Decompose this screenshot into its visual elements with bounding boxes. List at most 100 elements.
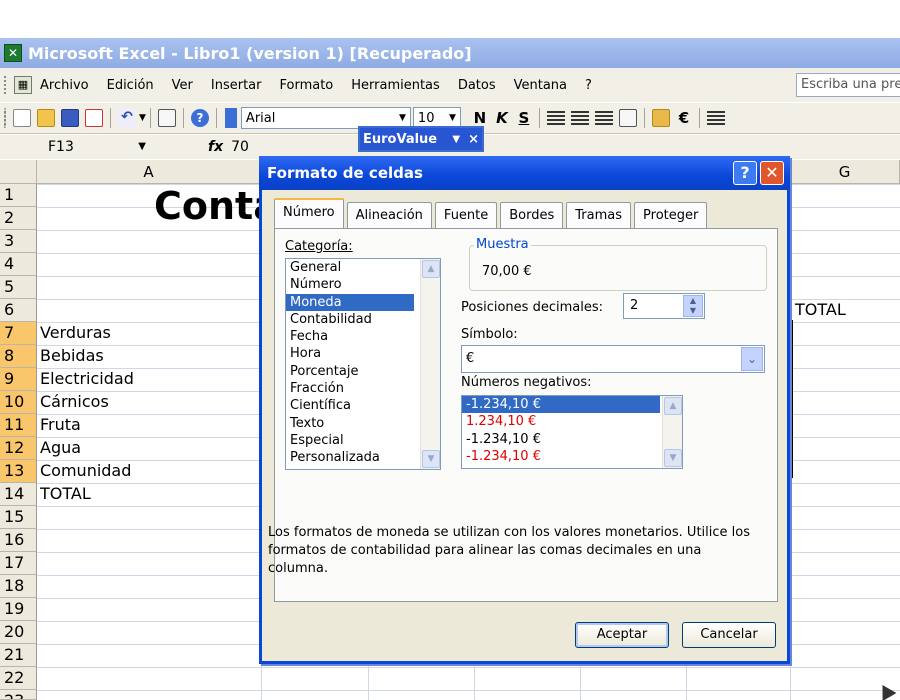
row-header[interactable]: 13 bbox=[0, 460, 37, 483]
menu-ver[interactable]: Ver bbox=[172, 78, 193, 93]
menu-edicion[interactable]: Edición bbox=[107, 78, 154, 93]
bold-button[interactable]: N bbox=[469, 109, 491, 127]
menu-ventana[interactable]: Ventana bbox=[514, 78, 567, 93]
help-icon[interactable]: ? bbox=[733, 161, 757, 185]
new-document-icon[interactable] bbox=[13, 109, 31, 127]
row-header[interactable]: 6 bbox=[0, 299, 37, 322]
cell-a10[interactable]: Cárnicos bbox=[37, 391, 109, 413]
menu-insertar[interactable]: Insertar bbox=[211, 78, 262, 93]
spinner-arrows-icon[interactable]: ▲ ▼ bbox=[683, 295, 703, 317]
list-item[interactable]: 1.234,10 € bbox=[462, 413, 682, 430]
list-item[interactable]: Especial bbox=[286, 432, 440, 449]
row-header[interactable]: 7 bbox=[0, 322, 37, 345]
scroll-down-icon[interactable]: ▼ bbox=[422, 450, 440, 468]
category-list[interactable]: General Número Moneda Contabilidad Fecha… bbox=[285, 258, 441, 470]
list-item[interactable]: Hora bbox=[286, 345, 440, 362]
help-question-input[interactable]: Escriba una pregunta bbox=[796, 73, 900, 97]
row-header[interactable]: 2 bbox=[0, 207, 37, 230]
tab-alineacion[interactable]: Alineación bbox=[346, 202, 432, 228]
menu-formato[interactable]: Formato bbox=[279, 78, 333, 93]
row-header[interactable]: 20 bbox=[0, 621, 37, 644]
row-header[interactable]: 17 bbox=[0, 552, 37, 575]
close-icon[interactable]: ✕ bbox=[760, 161, 784, 185]
cell-a14[interactable]: TOTAL bbox=[37, 483, 91, 505]
menu-grip-handle[interactable] bbox=[4, 76, 12, 94]
underline-button[interactable]: S bbox=[513, 109, 535, 127]
column-header-a[interactable]: A bbox=[37, 160, 261, 184]
row-header[interactable]: 9 bbox=[0, 368, 37, 391]
menu-herramientas[interactable]: Herramientas bbox=[351, 78, 440, 93]
list-item[interactable]: Fracción bbox=[286, 380, 440, 397]
list-item[interactable]: Moneda bbox=[286, 293, 414, 311]
cell-a7[interactable]: Verduras bbox=[37, 322, 111, 344]
scroll-down-icon[interactable]: ▼ bbox=[664, 449, 682, 467]
function-icon[interactable]: fx bbox=[208, 139, 223, 155]
merge-center-icon[interactable] bbox=[618, 109, 637, 127]
list-item[interactable]: Número bbox=[286, 276, 440, 293]
chevron-down-icon[interactable]: ⌄ bbox=[741, 347, 763, 371]
ok-button[interactable]: Aceptar bbox=[575, 622, 669, 648]
row-header[interactable]: 4 bbox=[0, 253, 37, 276]
close-icon[interactable]: × bbox=[468, 132, 479, 147]
currency-style-icon[interactable] bbox=[651, 109, 670, 127]
row-header[interactable]: 22 bbox=[0, 667, 37, 690]
save-icon[interactable] bbox=[61, 109, 79, 127]
align-right-icon[interactable] bbox=[594, 111, 613, 125]
list-item[interactable]: Contabilidad bbox=[286, 311, 440, 328]
euro-button[interactable]: € bbox=[673, 109, 695, 127]
eurovalue-toolbar[interactable]: EuroValue ▼ × bbox=[358, 126, 484, 152]
row-header[interactable]: 8 bbox=[0, 345, 37, 368]
cell-a9[interactable]: Electricidad bbox=[37, 368, 134, 390]
list-item[interactable]: Científica bbox=[286, 397, 440, 414]
list-item[interactable]: Porcentaje bbox=[286, 363, 440, 380]
list-item[interactable]: General bbox=[286, 259, 440, 276]
cell-a8[interactable]: Bebidas bbox=[37, 345, 104, 367]
list-item[interactable]: -1.234,10 € bbox=[462, 431, 682, 448]
negatives-scrollbar[interactable]: ▲ ▼ bbox=[662, 396, 682, 468]
list-item[interactable]: Personalizada bbox=[286, 449, 440, 466]
list-item[interactable]: Fecha bbox=[286, 328, 440, 345]
name-box[interactable]: F13 ▼ bbox=[0, 136, 150, 158]
chevron-down-icon[interactable]: ▼ bbox=[452, 134, 460, 145]
cell-a13[interactable]: Comunidad bbox=[37, 460, 131, 482]
cell-g6[interactable]: TOTAL bbox=[792, 299, 846, 321]
research-icon[interactable] bbox=[157, 109, 176, 127]
row-header[interactable]: 11 bbox=[0, 414, 37, 437]
open-folder-icon[interactable] bbox=[37, 109, 55, 127]
chevron-down-icon[interactable]: ▼ bbox=[445, 108, 460, 128]
decimals-value[interactable]: 2 bbox=[630, 298, 638, 313]
menu-datos[interactable]: Datos bbox=[458, 78, 496, 93]
toolbar-options-icon[interactable] bbox=[224, 108, 237, 128]
row-header[interactable]: 1 bbox=[0, 184, 37, 207]
list-item[interactable]: -1.234,10 € bbox=[462, 396, 660, 414]
symbol-select[interactable]: € ⌄ bbox=[461, 345, 765, 373]
help-icon[interactable]: ? bbox=[190, 109, 209, 127]
column-header-g[interactable]: G bbox=[790, 160, 900, 184]
row-header[interactable]: 16 bbox=[0, 529, 37, 552]
permission-icon[interactable] bbox=[85, 109, 103, 127]
scroll-up-icon[interactable]: ▲ bbox=[664, 397, 682, 415]
negatives-list[interactable]: -1.234,10 € 1.234,10 € -1.234,10 € -1.23… bbox=[461, 395, 683, 469]
row-header[interactable]: 3 bbox=[0, 230, 37, 253]
align-center-icon[interactable] bbox=[570, 111, 589, 125]
row-header[interactable]: 15 bbox=[0, 506, 37, 529]
document-icon[interactable]: ▦ bbox=[14, 76, 32, 94]
row-header[interactable]: 5 bbox=[0, 276, 37, 299]
scroll-up-icon[interactable]: ▲ bbox=[422, 260, 440, 278]
row-header[interactable]: 21 bbox=[0, 644, 37, 667]
tab-proteger[interactable]: Proteger bbox=[634, 202, 708, 228]
list-item[interactable]: Texto bbox=[286, 415, 440, 432]
select-all-corner[interactable] bbox=[0, 160, 37, 184]
align-left-icon[interactable] bbox=[546, 111, 565, 125]
italic-button[interactable]: K bbox=[491, 109, 513, 127]
row-header[interactable]: 19 bbox=[0, 598, 37, 621]
menu-help[interactable]: ? bbox=[585, 78, 592, 93]
dialog-title-bar[interactable]: Formato de celdas ? ✕ bbox=[259, 156, 790, 190]
formula-input[interactable]: 70 bbox=[231, 139, 249, 155]
tab-bordes[interactable]: Bordes bbox=[500, 202, 564, 228]
undo-dropdown-icon[interactable]: ▼ bbox=[139, 113, 146, 123]
tab-numero[interactable]: Número bbox=[274, 198, 344, 228]
category-scrollbar[interactable]: ▲ ▼ bbox=[420, 259, 440, 469]
tab-fuente[interactable]: Fuente bbox=[434, 202, 498, 228]
chevron-down-icon[interactable]: ▼ bbox=[395, 108, 410, 128]
